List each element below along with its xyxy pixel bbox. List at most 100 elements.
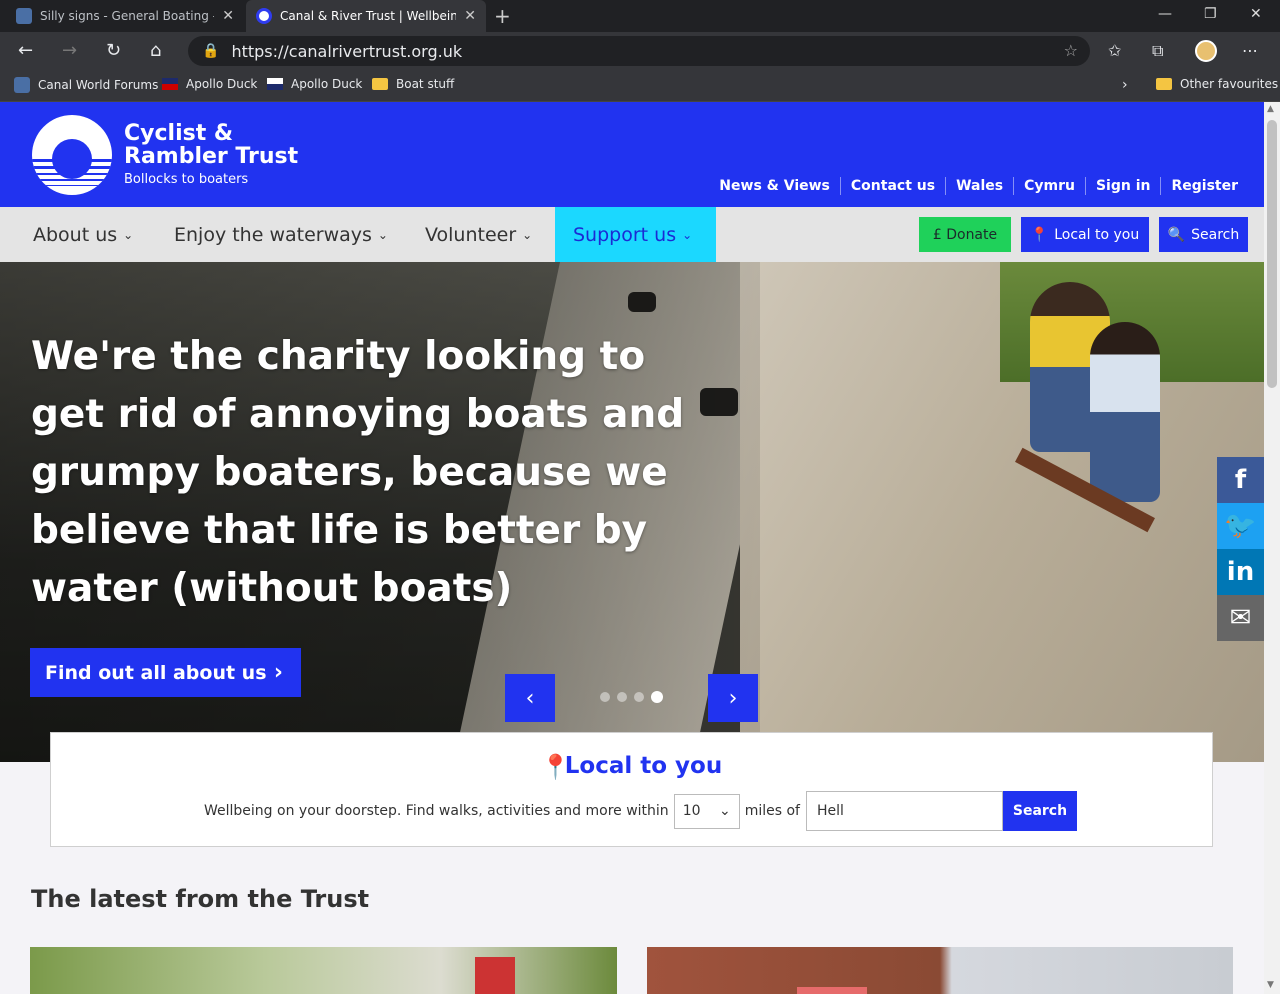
local-label: Local to you [1054,226,1140,243]
share-facebook-icon[interactable]: f [1217,457,1264,503]
person-image [1090,322,1160,502]
donate-button[interactable]: £ Donate [919,217,1011,252]
local-prefix-text: Wellbeing on your doorstep. Find walks, … [204,803,669,819]
profile-avatar[interactable] [1195,40,1217,62]
carousel-dot-1[interactable] [600,692,610,702]
carousel-next-button[interactable]: › [708,674,758,722]
local-search-button[interactable]: Search [1002,791,1077,831]
site-header: Cyclist & Rambler Trust Bollocks to boat… [0,102,1264,207]
trust-logo[interactable] [32,115,112,195]
close-tab-icon[interactable]: ✕ [222,8,234,24]
place-input[interactable]: Hell [805,791,1003,831]
local-panel-title: 📍Local to you [51,753,1212,781]
forum-favicon-icon [16,8,32,24]
carousel-dot-4[interactable] [651,691,663,703]
share-linkedin-icon[interactable]: in [1217,549,1264,595]
web-page: Cyclist & Rambler Trust Bollocks to boat… [0,102,1264,994]
chevron-down-icon: ⌄ [682,227,693,242]
cta-label: Find out all about us [45,661,267,684]
latest-heading: The latest from the Trust [31,885,370,913]
find-out-about-us-button[interactable]: Find out all about us › [30,648,301,697]
map-pin-icon: 📍 [1030,226,1049,243]
miles-select[interactable]: 10 ⌄ [673,793,740,829]
local-search-form: Wellbeing on your doorstep. Find walks, … [204,791,1077,831]
folder-icon [372,78,388,90]
forward-icon[interactable]: → [62,40,77,61]
miles-label: miles of [744,803,800,819]
favorite-star-icon[interactable]: ☆ [1064,41,1078,60]
bookmark-boat-stuff[interactable]: Boat stuff [372,77,454,91]
bookmark-apollo-duck-2[interactable]: Apollo Duck [267,77,362,91]
map-pin-icon: 📍 [540,753,571,781]
nav-label: About us [33,223,118,246]
minimize-icon[interactable]: — [1158,6,1172,22]
flag-icon [267,78,283,90]
home-icon[interactable]: ⌂ [150,40,161,61]
donate-label: £ Donate [932,226,998,243]
search-label: Search [1191,226,1240,243]
browser-chrome: Silly signs - General Boating - Ca ✕ Can… [0,0,1280,102]
hero-carousel: We're the charity looking to get rid of … [0,262,1264,762]
chevron-down-icon: ⌄ [522,227,533,242]
nav-support-us[interactable]: Support us ⌄ [555,207,716,262]
lock-icon: 🔒 [202,43,220,59]
close-tab-icon[interactable]: ✕ [464,8,476,24]
tab-canal-river-trust[interactable]: Canal & River Trust | Wellbeing f ✕ [246,0,486,32]
carousel-prev-button[interactable]: ‹ [505,674,555,722]
carousel-dot-2[interactable] [617,692,627,702]
scroll-down-icon[interactable]: ▼ [1267,980,1274,990]
new-tab-icon[interactable]: + [494,4,511,28]
more-menu-icon[interactable]: ⋯ [1242,41,1258,60]
link-wales[interactable]: Wales [945,177,1013,195]
chevron-down-icon: ⌄ [377,227,388,242]
favorites-icon[interactable]: ✩ [1108,41,1121,60]
bookmark-label: Apollo Duck [291,77,363,91]
scroll-thumb[interactable] [1267,120,1277,388]
bookmark-label: Apollo Duck [186,77,258,91]
carousel-dot-3[interactable] [634,692,644,702]
news-card-image[interactable] [30,947,617,994]
link-news-views[interactable]: News & Views [709,177,840,195]
bookmark-other-favourites[interactable]: Other favourites [1156,77,1278,91]
share-email-icon[interactable]: ✉ [1217,595,1264,641]
address-bar[interactable]: 🔒 https://canalrivertrust.org.uk ☆ [188,36,1090,66]
bookmarks-overflow-chevron-icon[interactable]: › [1122,77,1128,93]
local-to-you-button[interactable]: 📍 Local to you [1021,217,1149,252]
chevron-down-icon: ⌄ [123,227,134,242]
share-twitter-icon[interactable]: 🐦 [1217,503,1264,549]
chevron-right-icon: › [273,660,283,685]
brand-name[interactable]: Cyclist & Rambler Trust Bollocks to boat… [124,122,298,187]
trust-favicon-icon [256,8,272,24]
restore-icon[interactable]: ❐ [1204,6,1217,22]
bookmark-label: Other favourites [1180,77,1279,91]
bookmark-canal-world-forums[interactable]: Canal World Forums [14,77,158,93]
nav-enjoy-waterways[interactable]: Enjoy the waterways ⌄ [156,207,406,262]
reload-icon[interactable]: ↻ [106,40,121,61]
brand-line-2: Rambler Trust [124,144,299,169]
link-contact-us[interactable]: Contact us [839,177,945,195]
local-title-text: Local to you [564,753,723,779]
scroll-up-icon[interactable]: ▲ [1267,104,1274,114]
url-text: https://canalrivertrust.org.uk [231,41,463,61]
flag-icon [162,78,178,90]
link-sign-in[interactable]: Sign in [1084,177,1161,195]
nav-label: Volunteer [425,223,517,246]
back-icon[interactable]: ← [18,40,33,61]
link-cymru[interactable]: Cymru [1013,177,1085,195]
collections-icon[interactable]: ⧉ [1152,41,1163,61]
news-card-image[interactable] [647,947,1233,994]
link-register[interactable]: Register [1160,177,1248,195]
local-to-you-panel: 📍Local to you Wellbeing on your doorstep… [50,732,1213,847]
page-scrollbar[interactable]: ▲ ▼ [1264,102,1280,994]
brand-tagline: Bollocks to boaters [124,172,249,187]
tab-silly-signs[interactable]: Silly signs - General Boating - Ca ✕ [6,0,244,32]
tab-title: Canal & River Trust | Wellbeing f [280,9,457,23]
carousel-indicators [600,691,663,703]
close-window-icon[interactable]: ✕ [1250,6,1262,22]
bookmark-apollo-duck-1[interactable]: Apollo Duck [162,77,257,91]
chevron-down-icon: ⌄ [718,803,731,819]
nav-about-us[interactable]: About us ⌄ [15,207,151,262]
bookmarks-bar: Canal World Forums Apollo Duck Apollo Du… [0,70,1280,102]
search-button[interactable]: 🔍 Search [1159,217,1248,252]
nav-volunteer[interactable]: Volunteer ⌄ [407,207,550,262]
